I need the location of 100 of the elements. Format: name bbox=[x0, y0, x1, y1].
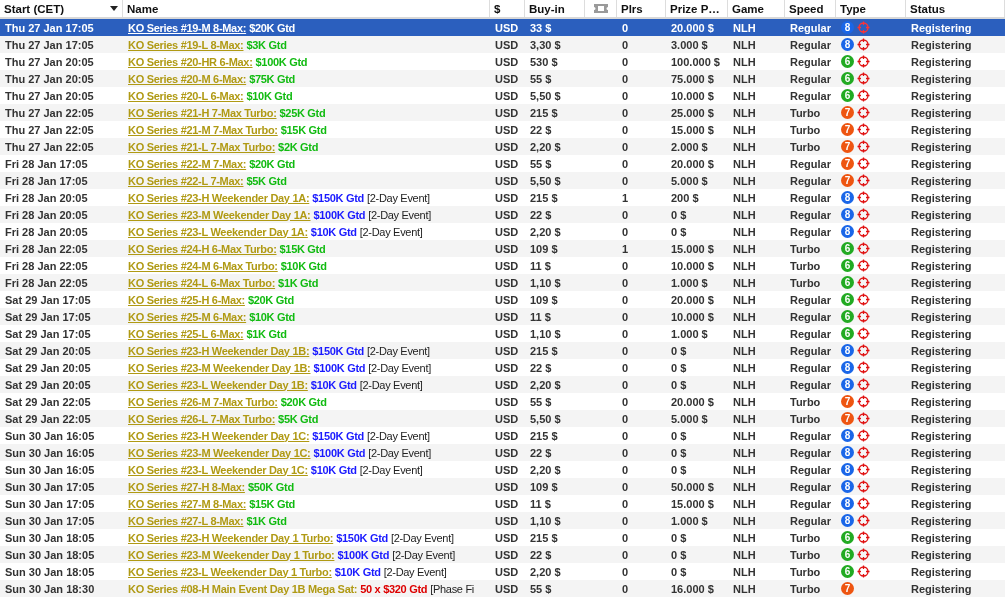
currency-cell-text: USD bbox=[494, 361, 520, 374]
status-cell-text: Registering bbox=[910, 225, 973, 238]
players-cell-text: 0 bbox=[621, 89, 630, 102]
table-row[interactable]: Fri 28 Jan 17:05 KO Series #22-M 7-Max: $20K Gtd USD 55 $ 0 20.000 $ NLH Regular 7 Registering bbox=[0, 155, 1005, 172]
guarantee-text: $10K Gtd bbox=[249, 310, 296, 323]
table-row[interactable]: Sun 30 Jan 16:05 KO Series #23-H Weekender Day 1C: $150K Gtd [2-Day Event] USD 215 $ 0 0 $ NLH Regular 8 Registering bbox=[0, 427, 1005, 444]
table-row[interactable]: Sat 29 Jan 20:05 KO Series #23-M Weekender Day 1B: $100K Gtd [2-Day Event] USD 22 $ 0 0 $ NLH Regular 8 Registering bbox=[0, 359, 1005, 376]
start-cell-text: Sat 29 Jan 17:05 bbox=[4, 293, 92, 306]
column-header[interactable]: Plrs bbox=[617, 0, 666, 17]
event-note: [2-Day Event] bbox=[392, 548, 455, 561]
column-header[interactable]: Buy-in bbox=[525, 0, 585, 17]
start-cell-text: Sun 30 Jan 16:05 bbox=[4, 463, 96, 476]
game-cell-text: NLH bbox=[732, 361, 757, 374]
table-row[interactable]: Thu 27 Jan 22:05 KO Series #21-H 7-Max Turbo: $25K Gtd USD 215 $ 0 25.000 $ NLH Turbo 7 Registering bbox=[0, 104, 1005, 121]
table-row[interactable]: Sun 30 Jan 18:05 KO Series #23-M Weekender Day 1 Turbo: $100K Gtd [2-Day Event] USD 22 $ 0 0 $ NLH Turbo 6 Registering bbox=[0, 546, 1005, 563]
table-row[interactable]: Sun 30 Jan 17:05 KO Series #27-H 8-Max: $50K Gtd USD 109 $ 0 50.000 $ NLH Regular 8 Registering bbox=[0, 478, 1005, 495]
table-row[interactable]: Fri 28 Jan 22:05 KO Series #24-L 6-Max Turbo: $1K Gtd USD 1,10 $ 0 1.000 $ NLH Turbo 6 Registering bbox=[0, 274, 1005, 291]
buyin-cell-text: 2,20 $ bbox=[529, 225, 562, 238]
table-row[interactable]: Fri 28 Jan 20:05 KO Series #23-M Weekender Day 1A: $100K Gtd [2-Day Event] USD 22 $ 0 0 $ NLH Regular 8 Registering bbox=[0, 206, 1005, 223]
table-row[interactable]: Thu 27 Jan 20:05 KO Series #20-L 6-Max: $10K Gtd USD 5,50 $ 0 10.000 $ NLH Regular 6 Registering bbox=[0, 87, 1005, 104]
event-note: [2-Day Event] bbox=[367, 191, 430, 204]
currency-cell-text: USD bbox=[494, 548, 520, 561]
speed-cell-text: Turbo bbox=[789, 412, 822, 425]
column-header[interactable]: Prize P… bbox=[666, 0, 728, 17]
column-header[interactable]: Name bbox=[123, 0, 490, 17]
game-cell-text: NLH bbox=[732, 412, 757, 425]
table-row[interactable]: Sat 29 Jan 20:05 KO Series #23-L Weekender Day 1B: $10K Gtd [2-Day Event] USD 2,20 $ 0 0 $ NLH Regular 8 Registering bbox=[0, 376, 1005, 393]
column-header[interactable]: Speed bbox=[785, 0, 836, 17]
table-row[interactable]: Fri 28 Jan 20:05 KO Series #23-L Weekender Day 1A: $10K Gtd [2-Day Event] USD 2,20 $ 0 0 $ NLH Regular 8 Registering bbox=[0, 223, 1005, 240]
status-cell-text: Registering bbox=[910, 106, 973, 119]
speed-cell-text: Regular bbox=[789, 55, 832, 68]
table-row[interactable]: Sat 29 Jan 22:05 KO Series #26-L 7-Max Turbo: $5K Gtd USD 5,50 $ 0 5.000 $ NLH Turbo 7 Registering bbox=[0, 410, 1005, 427]
table-row[interactable]: Fri 28 Jan 20:05 KO Series #23-H Weekender Day 1A: $150K Gtd [2-Day Event] USD 215 $ 1 200 $ NLH Regular 8 Registering bbox=[0, 189, 1005, 206]
table-row[interactable]: Sat 29 Jan 17:05 KO Series #25-L 6-Max: $1K Gtd USD 1,10 $ 0 1.000 $ NLH Regular 6 Registering bbox=[0, 325, 1005, 342]
guarantee-text: $20K Gtd bbox=[280, 395, 327, 408]
ticket-icon[interactable] bbox=[592, 3, 609, 14]
game-cell-text: NLH bbox=[732, 157, 757, 170]
guarantee-text: $15K Gtd bbox=[280, 123, 327, 136]
table-row[interactable]: Fri 28 Jan 17:05 KO Series #22-L 7-Max: $5K Gtd USD 5,50 $ 0 5.000 $ NLH Regular 7 Registering bbox=[0, 172, 1005, 189]
table-row[interactable]: Thu 27 Jan 20:05 KO Series #20-M 6-Max: $75K Gtd USD 55 $ 0 75.000 $ NLH Regular 6 Registering bbox=[0, 70, 1005, 87]
table-size-badge: 6 bbox=[841, 276, 854, 289]
table-row[interactable]: Sun 30 Jan 18:05 KO Series #23-H Weekender Day 1 Turbo: $150K Gtd [2-Day Event] USD 215 $ 0 0 $ NLH Turbo 6 Registering bbox=[0, 529, 1005, 546]
prize-cell-text: 1.000 $ bbox=[670, 327, 709, 340]
currency-cell-text: USD bbox=[494, 327, 520, 340]
prize-cell-text: 75.000 $ bbox=[670, 72, 715, 85]
table-row[interactable]: Sun 30 Jan 17:05 KO Series #27-L 8-Max: $1K Gtd USD 1,10 $ 0 1.000 $ NLH Regular 8 Registering bbox=[0, 512, 1005, 529]
start-cell-text: Sun 30 Jan 16:05 bbox=[4, 446, 96, 459]
game-cell-text: NLH bbox=[732, 531, 757, 544]
start-cell-text: Sun 30 Jan 17:05 bbox=[4, 497, 96, 510]
crosshair-icon bbox=[857, 38, 870, 51]
column-header[interactable]: Start (CET) bbox=[0, 0, 123, 17]
column-header[interactable]: Status bbox=[906, 0, 1005, 17]
table-row[interactable]: Sat 29 Jan 17:05 KO Series #25-M 6-Max: $10K Gtd USD 11 $ 0 10.000 $ NLH Regular 6 Registering bbox=[0, 308, 1005, 325]
speed-cell-text: Regular bbox=[789, 191, 832, 204]
status-cell-text: Registering bbox=[910, 463, 973, 476]
game-cell-text: NLH bbox=[732, 191, 757, 204]
event-note: [2-Day Event] bbox=[367, 429, 430, 442]
table-row[interactable]: Fri 28 Jan 22:05 KO Series #24-M 6-Max Turbo: $10K Gtd USD 11 $ 0 10.000 $ NLH Turbo 6 Registering bbox=[0, 257, 1005, 274]
table-size-badge: 7 bbox=[841, 395, 854, 408]
players-cell-text: 0 bbox=[621, 378, 630, 391]
table-size-badge: 7 bbox=[841, 582, 854, 595]
currency-cell-text: USD bbox=[494, 565, 520, 578]
column-header[interactable]: $ bbox=[490, 0, 525, 17]
table-row[interactable]: Sat 29 Jan 22:05 KO Series #26-M 7-Max Turbo: $20K Gtd USD 55 $ 0 20.000 $ NLH Turbo 7 Registering bbox=[0, 393, 1005, 410]
column-header[interactable]: Game bbox=[728, 0, 785, 17]
speed-cell-text: Regular bbox=[789, 208, 832, 221]
table-row[interactable]: Sat 29 Jan 17:05 KO Series #25-H 6-Max: $20K Gtd USD 109 $ 0 20.000 $ NLH Regular 6 Registering bbox=[0, 291, 1005, 308]
table-row[interactable]: Sun 30 Jan 18:30 KO Series #08-H Main Event Day 1B Mega Sat: 50 x $320 Gtd [Phase Fi USD 55 $ 0 16.000 $ NLH Turbo 7 Registering bbox=[0, 580, 1005, 597]
table-row[interactable]: Thu 27 Jan 17:05 KO Series #19-M 8-Max: $20K Gtd USD 33 $ 0 20.000 $ NLH Regular 8 Registering bbox=[0, 19, 1005, 36]
table-row[interactable]: Thu 27 Jan 22:05 KO Series #21-L 7-Max Turbo: $2K Gtd USD 2,20 $ 0 2.000 $ NLH Turbo 7 Registering bbox=[0, 138, 1005, 155]
table-size-badge: 6 bbox=[841, 242, 854, 255]
speed-cell-text: Turbo bbox=[789, 395, 822, 408]
tournament-link[interactable]: KO Series #19-M 8-Max: bbox=[128, 21, 247, 34]
guarantee-text: $150K Gtd bbox=[312, 191, 364, 204]
prize-cell-text: 15.000 $ bbox=[670, 242, 715, 255]
status-cell-text: Registering bbox=[910, 242, 973, 255]
table-row[interactable]: Sat 29 Jan 20:05 KO Series #23-H Weekender Day 1B: $150K Gtd [2-Day Event] USD 215 $ 0 0 $ NLH Regular 8 Registering bbox=[0, 342, 1005, 359]
table-row[interactable]: Thu 27 Jan 22:05 KO Series #21-M 7-Max Turbo: $15K Gtd USD 22 $ 0 15.000 $ NLH Turbo 7 Registering bbox=[0, 121, 1005, 138]
guarantee-text: $100K Gtd bbox=[313, 208, 366, 221]
table-row[interactable]: Sun 30 Jan 17:05 KO Series #27-M 8-Max: $15K Gtd USD 11 $ 0 15.000 $ NLH Regular 8 Registering bbox=[0, 495, 1005, 512]
table-row[interactable]: Fri 28 Jan 22:05 KO Series #24-H 6-Max Turbo: $15K Gtd USD 109 $ 1 15.000 $ NLH Turbo 6 Registering bbox=[0, 240, 1005, 257]
speed-cell-text: Turbo bbox=[789, 582, 822, 595]
table-row[interactable]: Sun 30 Jan 16:05 KO Series #23-M Weekender Day 1C: $100K Gtd [2-Day Event] USD 22 $ 0 0 $ NLH Regular 8 Registering bbox=[0, 444, 1005, 461]
prize-cell-text: 20.000 $ bbox=[670, 293, 715, 306]
event-note: [2-Day Event] bbox=[359, 463, 423, 476]
crosshair-icon bbox=[857, 191, 870, 204]
table-row[interactable]: Sun 30 Jan 16:05 KO Series #23-L Weekender Day 1C: $10K Gtd [2-Day Event] USD 2,20 $ 0 0 $ NLH Regular 8 Registering bbox=[0, 461, 1005, 478]
status-cell-text: Registering bbox=[910, 497, 973, 510]
table-row[interactable]: Thu 27 Jan 17:05 KO Series #19-L 8-Max: $3K Gtd USD 3,30 $ 0 3.000 $ NLH Regular 8 Registering bbox=[0, 36, 1005, 53]
players-cell-text: 1 bbox=[621, 242, 630, 255]
table-size-badge: 6 bbox=[841, 327, 854, 340]
table-size-badge: 8 bbox=[841, 191, 854, 204]
table-row[interactable]: Thu 27 Jan 20:05 KO Series #20-HR 6-Max: $100K Gtd USD 530 $ 0 100.000 $ NLH Regular 6 Registering bbox=[0, 53, 1005, 70]
players-cell-text: 0 bbox=[621, 531, 630, 544]
players-cell-text: 0 bbox=[621, 259, 630, 272]
buyin-cell-text: 215 $ bbox=[529, 106, 559, 119]
column-header[interactable]: Type bbox=[836, 0, 906, 17]
table-row[interactable]: Sun 30 Jan 18:05 KO Series #23-L Weekender Day 1 Turbo: $10K Gtd [2-Day Event] USD 2,20 $ 0 0 $ NLH Turbo 6 Registering bbox=[0, 563, 1005, 580]
buyin-cell-text: 1,10 $ bbox=[529, 276, 562, 289]
status-cell-text: Registering bbox=[910, 395, 973, 408]
